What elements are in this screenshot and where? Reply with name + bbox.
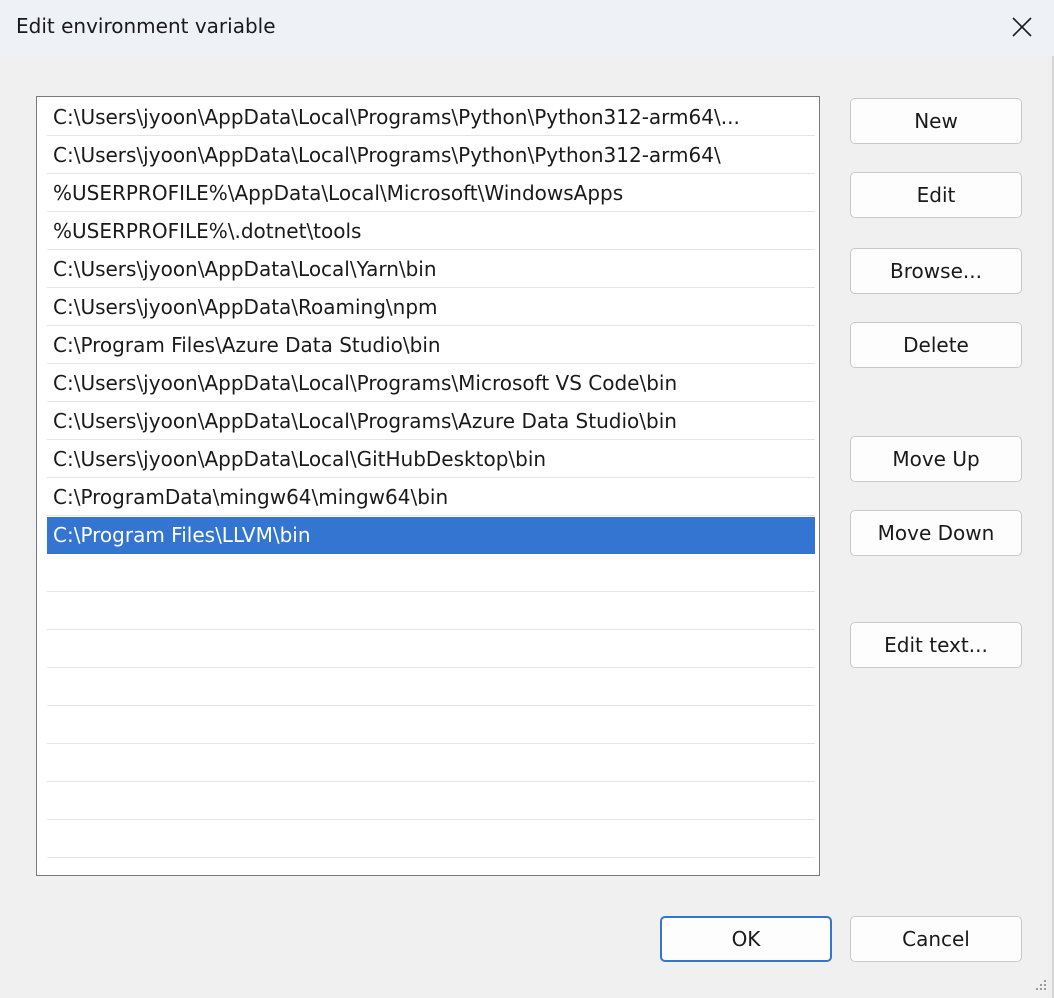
browse-button-label: Browse... [890, 259, 982, 283]
list-item[interactable]: C:\Program Files\LLVM\bin [47, 517, 815, 554]
close-button[interactable] [1000, 6, 1044, 48]
new-button-label: New [914, 109, 958, 133]
cancel-button-label: Cancel [902, 927, 970, 951]
move-down-button-label: Move Down [877, 521, 995, 545]
browse-button[interactable]: Browse... [850, 248, 1022, 294]
empty-list-row[interactable] [47, 707, 815, 744]
move-down-button[interactable]: Move Down [850, 510, 1022, 556]
cancel-button[interactable]: Cancel [850, 916, 1022, 962]
delete-button[interactable]: Delete [850, 322, 1022, 368]
edit-environment-variable-dialog: Edit environment variable C:\Users\jyoon… [0, 0, 1054, 998]
ok-button[interactable]: OK [660, 916, 832, 962]
edit-button[interactable]: Edit [850, 172, 1022, 218]
ok-button-label: OK [731, 927, 761, 951]
list-item[interactable]: C:\Users\jyoon\AppData\Local\Programs\Mi… [47, 365, 815, 402]
list-item[interactable]: C:\Users\jyoon\AppData\Local\Yarn\bin [47, 251, 815, 288]
empty-list-row[interactable] [47, 593, 815, 630]
list-item[interactable]: C:\Users\jyoon\AppData\Local\Programs\Az… [47, 403, 815, 440]
empty-list-row[interactable] [47, 555, 815, 592]
new-button[interactable]: New [850, 98, 1022, 144]
list-item[interactable]: C:\Program Files\Azure Data Studio\bin [47, 327, 815, 364]
close-icon [1012, 17, 1032, 37]
list-item[interactable]: C:\Users\jyoon\AppData\Local\Programs\Py… [47, 99, 815, 136]
empty-list-row[interactable] [47, 669, 815, 706]
path-list[interactable]: C:\Users\jyoon\AppData\Local\Programs\Py… [36, 96, 820, 876]
dialog-title: Edit environment variable [16, 14, 276, 38]
empty-list-row[interactable] [47, 631, 815, 668]
move-up-button-label: Move Up [892, 447, 980, 471]
move-up-button[interactable]: Move Up [850, 436, 1022, 482]
empty-list-row[interactable] [47, 783, 815, 820]
edit-text-button-label: Edit text... [884, 633, 988, 657]
list-item[interactable]: C:\Users\jyoon\AppData\Local\Programs\Py… [47, 137, 815, 174]
edit-button-label: Edit [916, 183, 956, 207]
list-item[interactable]: C:\Users\jyoon\AppData\Local\GitHubDeskt… [47, 441, 815, 478]
empty-list-row[interactable] [47, 859, 815, 875]
list-item[interactable]: C:\Users\jyoon\AppData\Roaming\npm [47, 289, 815, 326]
empty-list-row[interactable] [47, 745, 815, 782]
list-item[interactable]: %USERPROFILE%\.dotnet\tools [47, 213, 815, 250]
title-bar[interactable]: Edit environment variable [0, 0, 1054, 56]
edit-text-button[interactable]: Edit text... [850, 622, 1022, 668]
empty-list-row[interactable] [47, 821, 815, 858]
delete-button-label: Delete [903, 333, 969, 357]
resize-grip-icon[interactable] [1034, 978, 1048, 992]
list-item[interactable]: %USERPROFILE%\AppData\Local\Microsoft\Wi… [47, 175, 815, 212]
list-item[interactable]: C:\ProgramData\mingw64\mingw64\bin [47, 479, 815, 516]
